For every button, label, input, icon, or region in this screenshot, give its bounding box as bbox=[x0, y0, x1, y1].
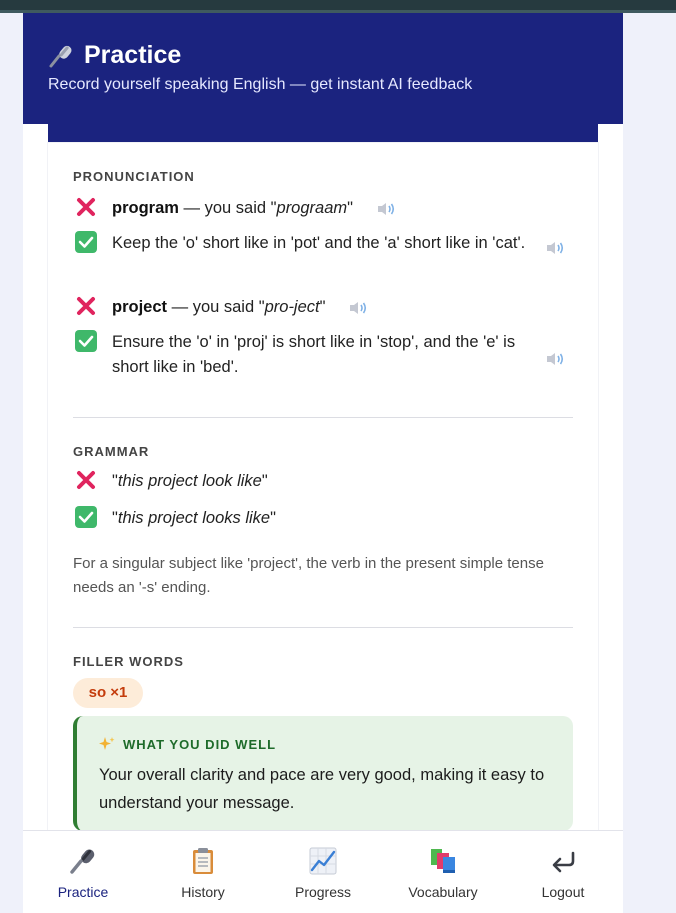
pronunciation-error-text: project — you said "pro-ject" bbox=[112, 295, 368, 320]
mispronounced-word: program bbox=[112, 199, 179, 217]
grammar-correct-row: "this project looks like" bbox=[75, 506, 276, 531]
said-word: prograam bbox=[276, 199, 348, 217]
said-prefix: — you said " bbox=[171, 298, 265, 316]
chart-increasing-icon bbox=[309, 847, 337, 875]
filler-words-label: FILLER WORDS bbox=[73, 654, 184, 669]
grammar-error-row: "this project look like" bbox=[75, 469, 268, 494]
said-suffix: " bbox=[347, 199, 353, 217]
said-prefix: — you said " bbox=[183, 199, 277, 217]
pronunciation-tip-row: Ensure the 'o' in 'proj' is short like i… bbox=[75, 330, 542, 380]
page-background bbox=[623, 13, 676, 913]
pronunciation-tip-row: Keep the 'o' short like in 'pot' and the… bbox=[75, 231, 542, 256]
speaker-icon[interactable] bbox=[545, 351, 565, 367]
check-mark-icon bbox=[75, 506, 97, 528]
check-mark-icon bbox=[75, 231, 97, 253]
pronunciation-error-text: program — you said "prograam" bbox=[112, 196, 396, 221]
said-suffix: " bbox=[319, 298, 326, 316]
page-title: Practice bbox=[48, 41, 181, 70]
section-divider bbox=[73, 627, 573, 628]
what-you-did-well-label-text: WHAT YOU DID WELL bbox=[123, 736, 277, 752]
cross-mark-icon bbox=[77, 198, 95, 216]
clipboard-icon bbox=[193, 848, 213, 874]
microphone-icon bbox=[70, 849, 95, 874]
corrected-phrase: this project looks like bbox=[117, 509, 271, 527]
speaker-icon[interactable] bbox=[348, 300, 368, 316]
nav-item-practice[interactable]: Practice bbox=[23, 831, 143, 913]
said-word: pro-ject bbox=[264, 298, 320, 316]
sparkles-icon bbox=[99, 737, 115, 750]
nav-label-practice: Practice bbox=[57, 884, 109, 900]
filler-word-chip: so ×1 bbox=[73, 678, 143, 708]
check-mark-icon bbox=[75, 330, 97, 352]
grammar-explanation: For a singular subject like 'project', t… bbox=[73, 555, 544, 596]
page-subtitle: Record yourself speaking English — get i… bbox=[48, 76, 473, 93]
microphone-icon bbox=[49, 45, 72, 67]
return-arrow-icon bbox=[552, 851, 575, 873]
incorrect-phrase: this project look like bbox=[117, 472, 262, 490]
pronunciation-tip-text: Keep the 'o' short like in 'pot' and the… bbox=[112, 234, 526, 252]
nav-label-logout: Logout bbox=[541, 884, 585, 900]
grammar-error-text: "this project look like" bbox=[112, 472, 268, 490]
nav-item-logout[interactable]: Logout bbox=[503, 831, 623, 913]
cross-mark-icon bbox=[77, 297, 95, 315]
what-you-did-well-box: WHAT YOU DID WELL Your overall clarity a… bbox=[73, 716, 573, 831]
nav-item-vocabulary[interactable]: Vocabulary bbox=[383, 831, 503, 913]
mispronounced-word: project bbox=[112, 298, 168, 316]
feedback-card: PRONUNCIATION program — you said "progra… bbox=[48, 143, 598, 843]
grammar-label: GRAMMAR bbox=[73, 444, 150, 459]
speaker-icon[interactable] bbox=[376, 201, 396, 217]
nav-item-history[interactable]: History bbox=[143, 831, 263, 913]
pronunciation-label: PRONUNCIATION bbox=[73, 169, 195, 184]
page-title-text: Practice bbox=[84, 41, 182, 69]
browser-top-strip bbox=[0, 0, 676, 13]
grammar-correct-text: "this project looks like" bbox=[112, 509, 276, 527]
what-you-did-well-label: WHAT YOU DID WELL bbox=[99, 736, 276, 752]
nav-item-progress[interactable]: Progress bbox=[263, 831, 383, 913]
speaker-icon[interactable] bbox=[545, 240, 565, 256]
what-you-did-well-text: Your overall clarity and pace are very g… bbox=[99, 766, 545, 812]
header-extension bbox=[48, 124, 598, 143]
pronunciation-error-row: program — you said "prograam" bbox=[75, 196, 396, 221]
app-frame: Practice Record yourself speaking Englis… bbox=[23, 13, 623, 913]
section-divider bbox=[73, 417, 573, 418]
nav-label-vocabulary: Vocabulary bbox=[408, 884, 478, 900]
cross-mark-icon bbox=[77, 471, 95, 489]
practice-header: Practice Record yourself speaking Englis… bbox=[23, 13, 623, 124]
bottom-navigation: Practice History Progress Vocabulary Log… bbox=[23, 830, 623, 913]
nav-label-history: History bbox=[181, 884, 225, 900]
books-icon bbox=[431, 849, 455, 873]
pronunciation-tip-text: Ensure the 'o' in 'proj' is short like i… bbox=[112, 333, 516, 376]
pronunciation-error-row: project — you said "pro-ject" bbox=[75, 295, 368, 320]
nav-label-progress: Progress bbox=[294, 884, 352, 900]
